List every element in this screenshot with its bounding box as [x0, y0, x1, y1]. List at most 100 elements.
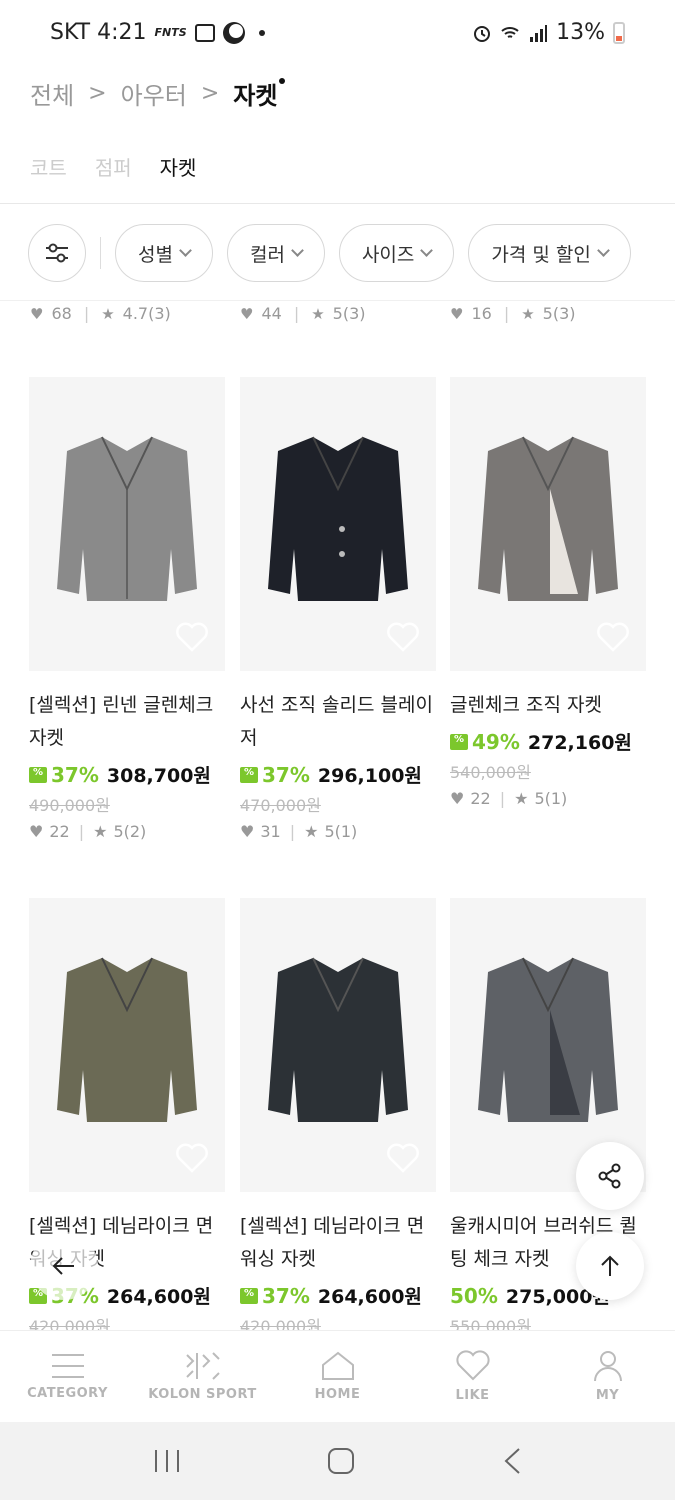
nav-home[interactable]: HOME — [270, 1331, 405, 1422]
more-notifications-icon — [258, 29, 265, 36]
discount: 37% — [240, 1284, 310, 1308]
nav-label: MY — [595, 1388, 620, 1403]
original-price: 550,000원 — [450, 1317, 531, 1330]
discount-badge-icon — [450, 733, 468, 750]
category-subtabs: 코트 점퍼 자켓 — [30, 152, 196, 181]
product-image[interactable] — [240, 898, 436, 1192]
heart-icon: ♥ — [450, 789, 465, 808]
nav-label: HOME — [314, 1387, 361, 1402]
heart-icon: ♥ — [240, 822, 255, 841]
heart-icon — [455, 1350, 490, 1381]
rating: 5(2) — [113, 822, 147, 841]
original-price: 420,000원 — [29, 1317, 110, 1330]
meta-divider: | — [289, 822, 296, 841]
moon-icon — [222, 21, 245, 44]
price-row: 49% 272,160원 — [450, 728, 646, 755]
filter-color[interactable]: 컬러 — [226, 224, 325, 282]
like-count: 44 — [261, 304, 282, 323]
product-card[interactable]: [셀렉션] 데님라이크 면워싱 자켓 37% 264,600원 420,000원 — [240, 898, 436, 1330]
tab-coat[interactable]: 코트 — [30, 152, 67, 181]
chevron-down-icon — [291, 244, 304, 257]
filter-gender[interactable]: 성별 — [115, 224, 213, 282]
jacket-image — [268, 436, 408, 601]
meta-divider: | — [293, 304, 300, 323]
product-image[interactable] — [29, 377, 225, 671]
filter-size-label: 사이즈 — [361, 243, 415, 266]
filter-size[interactable]: 사이즈 — [338, 224, 455, 282]
rating: 5(3) — [542, 304, 576, 323]
product-meta: ♥ 16 | ★ 5(3) — [450, 304, 576, 323]
wishlist-heart-icon[interactable] — [386, 621, 420, 653]
status-left: SKT 4:21 FNTS — [50, 20, 265, 45]
product-meta: ♥ 22 | ★ 5(1) — [450, 789, 646, 808]
product-name[interactable]: [셀렉션] 린넨 글렌체크 자켓 — [29, 689, 225, 755]
wishlist-heart-icon[interactable] — [175, 621, 209, 653]
wishlist-heart-icon[interactable] — [175, 1142, 209, 1174]
like-count: 68 — [51, 304, 72, 323]
status-bar: SKT 4:21 FNTS 13% — [0, 0, 675, 70]
nav-category[interactable]: CATEGORY — [0, 1331, 135, 1422]
sale-price: 272,160원 — [527, 732, 632, 754]
jacket-image — [57, 957, 197, 1122]
breadcrumb-outer[interactable]: 아우터 — [121, 76, 187, 111]
product-image[interactable] — [450, 377, 646, 671]
app-notification-icon: FNTS — [154, 26, 187, 39]
discount-rate: 37% — [262, 762, 310, 787]
breadcrumb-all[interactable]: 전체 — [30, 76, 74, 111]
product-name[interactable]: [셀렉션] 데님라이크 면워싱 자켓 — [240, 1210, 436, 1276]
carrier-time: SKT 4:21 — [50, 20, 147, 45]
jacket-image — [268, 957, 408, 1122]
product-card[interactable]: 글렌체크 조직 자켓 49% 272,160원 540,000원 ♥ 22 | … — [450, 377, 646, 808]
heart-icon: ♥ — [29, 822, 44, 841]
arrow-up-icon — [601, 1255, 619, 1276]
scroll-top-button[interactable] — [576, 1232, 644, 1300]
product-name[interactable]: 사선 조직 솔리드 블레이저 — [240, 689, 436, 755]
home-button-icon[interactable] — [326, 1446, 356, 1476]
product-image[interactable] — [29, 898, 225, 1192]
arrow-left-icon — [52, 1257, 74, 1275]
like-count: 31 — [260, 822, 281, 841]
breadcrumb-current: 자켓 — [233, 76, 286, 111]
discount: 37% — [240, 763, 310, 787]
nav-like[interactable]: LIKE — [405, 1331, 540, 1422]
discount-badge-icon — [240, 766, 258, 783]
original-price: 540,000원 — [450, 763, 531, 782]
user-icon — [593, 1351, 622, 1382]
product-card[interactable]: 사선 조직 솔리드 블레이저 37% 296,100원 470,000원 ♥ 3… — [240, 377, 436, 841]
system-nav-bar — [0, 1422, 675, 1500]
price-row: 37% 264,600원 — [240, 1282, 436, 1309]
original-price: 470,000원 — [240, 796, 321, 815]
menu-icon — [51, 1354, 84, 1378]
tab-jumper[interactable]: 점퍼 — [95, 152, 132, 181]
nav-brand[interactable]: KOLON SPORT — [135, 1331, 270, 1422]
recent-apps-icon[interactable] — [152, 1448, 182, 1474]
system-back-icon[interactable] — [501, 1446, 523, 1476]
discount: 37% — [29, 763, 99, 787]
nav-my[interactable]: MY — [540, 1331, 675, 1422]
star-icon: ★ — [311, 304, 325, 323]
filter-settings-button[interactable] — [28, 224, 86, 282]
sale-price: 264,600원 — [317, 1286, 422, 1308]
chevron-down-icon — [420, 244, 434, 257]
breadcrumb-separator: > — [88, 81, 107, 106]
heart-icon: ♥ — [30, 304, 44, 323]
filter-price[interactable]: 가격 및 할인 — [468, 224, 631, 282]
battery-icon — [613, 21, 625, 44]
meta-divider: | — [78, 822, 85, 841]
meta-divider: | — [83, 304, 90, 323]
back-button[interactable] — [30, 1232, 98, 1300]
share-button[interactable] — [576, 1142, 644, 1210]
wifi-icon — [501, 26, 519, 38]
star-icon: ★ — [101, 304, 115, 323]
meta-divider: | — [503, 304, 510, 323]
filter-gender-label: 성별 — [138, 243, 173, 266]
like-count: 22 — [470, 789, 491, 808]
product-image[interactable] — [240, 377, 436, 671]
wishlist-heart-icon[interactable] — [596, 621, 630, 653]
discount-rate: 37% — [51, 762, 99, 787]
product-card[interactable]: [셀렉션] 린넨 글렌체크 자켓 37% 308,700원 490,000원 ♥… — [29, 377, 225, 841]
rating: 5(1) — [534, 789, 568, 808]
breadcrumb: 전체 > 아우터 > 자켓 — [30, 76, 286, 111]
wishlist-heart-icon[interactable] — [386, 1142, 420, 1174]
tab-jacket[interactable]: 자켓 — [160, 152, 197, 181]
